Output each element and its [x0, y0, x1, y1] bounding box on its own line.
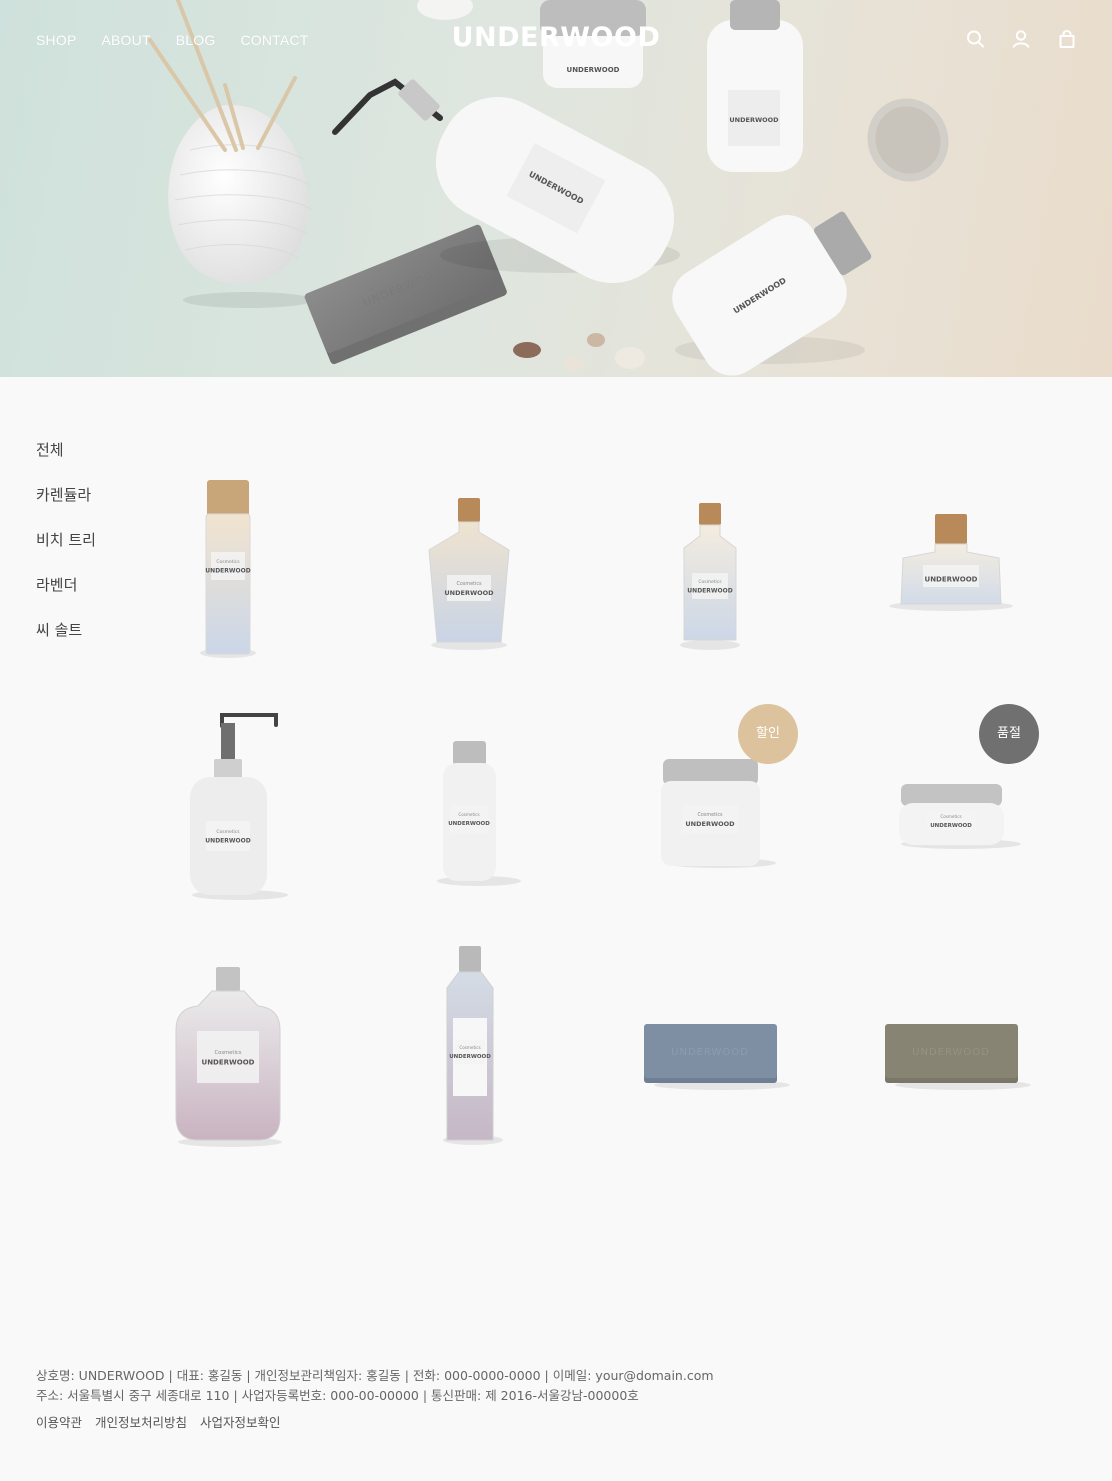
svg-text:UNDERWOOD: UNDERWOOD [444, 589, 494, 597]
svg-text:Cosmetics: Cosmetics [458, 812, 479, 817]
product-image: Cosmetics UNDERWOOD [661, 759, 776, 868]
svg-text:UNDERWOOD: UNDERWOOD [930, 823, 972, 829]
product-image: Cosmetics UNDERWOOD [175, 967, 282, 1147]
svg-text:Cosmetics: Cosmetics [697, 812, 723, 818]
product-image: Cosmetics UNDERWOOD [190, 713, 288, 900]
footer-link-privacy[interactable]: 개인정보처리방침 [95, 1412, 187, 1431]
product-card[interactable]: Cosmetics UNDERWOOD [349, 922, 590, 1163]
user-icon[interactable] [1010, 28, 1032, 50]
svg-text:Cosmetics: Cosmetics [216, 559, 240, 565]
category-lavender[interactable]: 라벤더 [36, 575, 96, 620]
product-image: Cosmetics UNDERWOOD [899, 784, 1021, 849]
product-image: Cosmetics UNDERWOOD [680, 503, 740, 650]
product-image: Cosmetics UNDERWOOD [437, 741, 521, 886]
svg-text:Cosmetics: Cosmetics [214, 1050, 241, 1056]
footer-company-info: 상호명: UNDERWOOD | 대표: 홍길동 | 개인정보관리책임자: 홍길… [36, 1368, 714, 1383]
footer-link-terms[interactable]: 이용약관 [36, 1412, 82, 1431]
product-image: UNDERWOOD [889, 514, 1013, 611]
svg-text:UNDERWOOD: UNDERWOOD [925, 575, 978, 583]
product-card[interactable]: Cosmetics UNDERWOOD [108, 681, 349, 922]
svg-text:Cosmetics: Cosmetics [456, 581, 482, 587]
category-all[interactable]: 전체 [36, 440, 96, 485]
product-card[interactable]: UNDERWOOD [590, 922, 831, 1163]
svg-text:UNDERWOOD: UNDERWOOD [687, 588, 732, 595]
product-card[interactable]: Cosmetics UNDERWOOD [349, 440, 590, 681]
category-sea-salt[interactable]: 씨 솔트 [36, 620, 96, 665]
category-sidebar: 전체 카렌듈라 비치 트리 라벤더 씨 솔트 [36, 440, 96, 665]
product-card[interactable]: Cosmetics UNDERWOOD [349, 681, 590, 922]
svg-text:UNDERWOOD: UNDERWOOD [449, 1054, 491, 1060]
svg-text:Cosmetics: Cosmetics [940, 814, 961, 819]
sale-badge: 할인 [738, 704, 798, 764]
svg-text:UNDERWOOD: UNDERWOOD [448, 821, 490, 827]
footer-link-business-info[interactable]: 사업자정보확인 [200, 1412, 281, 1431]
footer-address-info: 주소: 서울특별시 중구 세종대로 110 | 사업자등록번호: 000-00-… [36, 1388, 639, 1403]
site-logo[interactable]: UNDERWOOD [0, 21, 1112, 55]
category-calendula[interactable]: 카렌듈라 [36, 485, 96, 530]
product-card[interactable]: Cosmetics UNDERWOOD [108, 440, 349, 681]
product-image: UNDERWOOD [885, 1024, 1031, 1090]
category-beech-tree[interactable]: 비치 트리 [36, 530, 96, 575]
product-card[interactable]: UNDERWOOD [831, 440, 1072, 681]
product-image: Cosmetics UNDERWOOD [443, 946, 503, 1145]
search-icon[interactable] [964, 28, 986, 50]
svg-text:UNDERWOOD: UNDERWOOD [912, 1047, 990, 1058]
footer-links: 이용약관 개인정보처리방침 사업자정보확인 [36, 1412, 714, 1431]
sold-out-badge: 품절 [979, 704, 1039, 764]
product-image: Cosmetics UNDERWOOD [428, 498, 510, 650]
svg-text:UNDERWOOD: UNDERWOOD [567, 66, 620, 74]
product-card[interactable]: Cosmetics UNDERWOOD 품절 [831, 681, 1072, 922]
product-card[interactable]: Cosmetics UNDERWOOD [590, 440, 831, 681]
svg-text:Cosmetics: Cosmetics [459, 1045, 480, 1050]
svg-text:UNDERWOOD: UNDERWOOD [671, 1047, 749, 1058]
header-icons [964, 28, 1078, 50]
hero-image: UNDERWOOD UNDERWOOD UNDERWOOD UNDERWOOD [148, 0, 949, 376]
hero-banner: UNDERWOOD UNDERWOOD UNDERWOOD UNDERWOOD [0, 0, 1112, 377]
svg-text:UNDERWOOD: UNDERWOOD [202, 1058, 255, 1066]
product-card[interactable]: UNDERWOOD [831, 922, 1072, 1163]
svg-text:UNDERWOOD: UNDERWOOD [205, 838, 250, 845]
svg-text:UNDERWOOD: UNDERWOOD [685, 820, 735, 828]
product-image: UNDERWOOD [644, 1024, 790, 1090]
product-card[interactable]: Cosmetics UNDERWOOD 할인 [590, 681, 831, 922]
site-footer: 상호명: UNDERWOOD | 대표: 홍길동 | 개인정보관리책임자: 홍길… [36, 1366, 714, 1431]
cart-icon[interactable] [1056, 28, 1078, 50]
svg-text:Cosmetics: Cosmetics [216, 829, 240, 835]
svg-text:UNDERWOOD: UNDERWOOD [205, 568, 250, 575]
svg-text:Cosmetics: Cosmetics [698, 579, 722, 585]
product-image: Cosmetics UNDERWOOD [200, 480, 256, 658]
svg-text:UNDERWOOD: UNDERWOOD [729, 116, 779, 124]
product-card[interactable]: Cosmetics UNDERWOOD [108, 922, 349, 1163]
